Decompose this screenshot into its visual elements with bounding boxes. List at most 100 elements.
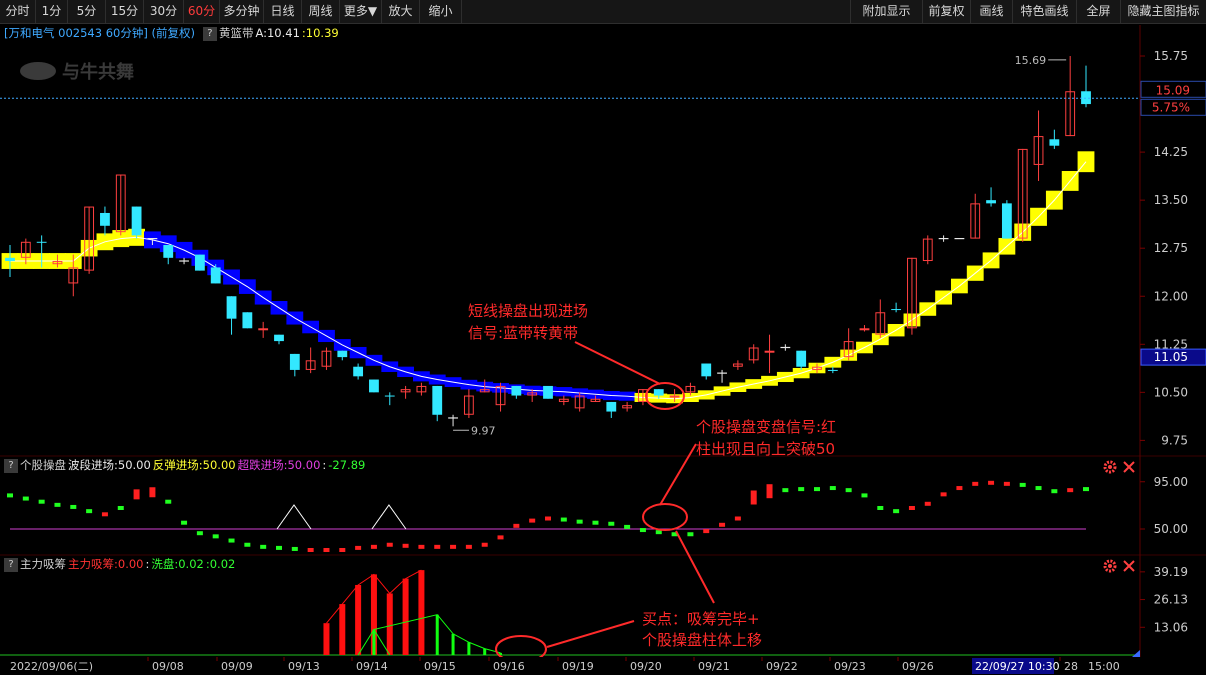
candle-body bbox=[100, 212, 110, 226]
indicator-mark bbox=[639, 528, 646, 533]
indicator-mark bbox=[276, 545, 282, 550]
indicator-mark bbox=[117, 506, 124, 510]
annotation-arrow bbox=[659, 443, 697, 506]
candle-body bbox=[337, 350, 348, 358]
resize-corner-icon[interactable] bbox=[1132, 650, 1140, 657]
indicator-tick-label: 39.19 bbox=[1154, 565, 1188, 579]
accumulate-bar bbox=[386, 593, 393, 655]
indicator-tick-label: 13.06 bbox=[1154, 620, 1188, 634]
price-tick-label: 13.50 bbox=[1154, 193, 1188, 207]
candle-body bbox=[606, 401, 617, 412]
indicator-mark bbox=[592, 520, 599, 525]
annotation-arrow bbox=[546, 620, 635, 648]
price-tick-label: 9.75 bbox=[1161, 433, 1188, 447]
time-cursor-label: 22/09/27 10:30 bbox=[975, 660, 1060, 673]
annotation-arrow bbox=[675, 530, 715, 604]
current-price-label: 15.09 bbox=[1156, 83, 1190, 97]
annotation-text: 短线操盘出现进场 bbox=[468, 302, 588, 320]
indicator-mark bbox=[560, 517, 567, 522]
accumulate-bar bbox=[339, 604, 346, 655]
indicator-mark bbox=[70, 504, 77, 509]
candle-body bbox=[986, 200, 996, 204]
close-icon[interactable] bbox=[1123, 461, 1135, 473]
indicator-mark bbox=[908, 506, 915, 510]
bull-logo-icon bbox=[20, 62, 56, 80]
time-label: 28 bbox=[1064, 660, 1078, 673]
indicator-mark bbox=[972, 481, 979, 486]
indicator-mark bbox=[434, 544, 441, 549]
close-icon[interactable] bbox=[1123, 560, 1135, 572]
indicator-mark bbox=[260, 544, 267, 549]
signal-triangle bbox=[371, 504, 407, 530]
indicator-tick-label: 26.13 bbox=[1154, 593, 1188, 607]
wash-bar bbox=[483, 648, 487, 655]
time-label: 09/22 bbox=[766, 660, 798, 673]
accumulate-bar bbox=[418, 570, 425, 655]
candle-body bbox=[258, 328, 269, 331]
indicator-mark bbox=[370, 544, 377, 549]
candle-body bbox=[194, 254, 205, 271]
indicator-mark bbox=[418, 544, 425, 549]
annotation-circle bbox=[642, 503, 688, 531]
wash-bar bbox=[467, 642, 471, 655]
candle-body bbox=[226, 296, 237, 319]
indicator-mark bbox=[576, 519, 583, 524]
price-tick-label: 12.00 bbox=[1154, 289, 1188, 303]
candle-body bbox=[827, 369, 838, 371]
wash-bar bbox=[435, 614, 439, 655]
high-price-label: 15.69 bbox=[1015, 54, 1047, 67]
indicator-mark bbox=[497, 535, 504, 540]
indicator-mark bbox=[1051, 489, 1058, 494]
time-label: 09/16 bbox=[493, 660, 525, 673]
candle-body bbox=[163, 245, 174, 258]
chart-canvas[interactable]: 与牛共舞15.7515.0014.2513.5012.7512.0011.251… bbox=[0, 0, 1206, 675]
indicator-mark bbox=[513, 523, 520, 528]
candle-body bbox=[701, 363, 712, 377]
wash-bar bbox=[372, 629, 376, 655]
time-label: 2022/09/06(二) bbox=[10, 660, 93, 673]
candle-body bbox=[1049, 139, 1060, 146]
indicator-mark bbox=[940, 492, 947, 497]
indicator-mark bbox=[750, 490, 757, 505]
indicator-mark bbox=[687, 532, 694, 537]
accumulate-bar bbox=[402, 578, 409, 655]
indicator-mark bbox=[307, 548, 314, 552]
indicator-mark bbox=[624, 524, 631, 529]
indicator-mark bbox=[1035, 486, 1042, 491]
wash-bar bbox=[451, 633, 455, 655]
low-price-label: 9.97 bbox=[471, 424, 496, 437]
time-label: 09/26 bbox=[902, 660, 934, 673]
candle-body bbox=[796, 350, 807, 367]
indicator-mark bbox=[38, 499, 45, 504]
price-tick-label: 14.25 bbox=[1154, 145, 1188, 159]
gear-icon-center bbox=[1108, 564, 1112, 568]
indicator-mark bbox=[465, 544, 472, 549]
indicator-mark bbox=[529, 518, 536, 523]
accumulate-bar bbox=[355, 584, 362, 655]
candle-body bbox=[859, 328, 870, 331]
candle-body bbox=[384, 395, 395, 397]
indicator-mark bbox=[181, 520, 188, 525]
indicator-mark bbox=[703, 529, 710, 534]
indicator-tick-label: 95.00 bbox=[1154, 475, 1188, 489]
indicator-mark bbox=[956, 486, 963, 491]
indicator-mark bbox=[101, 512, 108, 517]
candle-body bbox=[1001, 203, 1012, 239]
indicator-mark bbox=[133, 489, 140, 500]
indicator-mark bbox=[54, 502, 61, 507]
accumulate-bar bbox=[323, 623, 330, 655]
indicator-tick-label: 50.00 bbox=[1154, 522, 1188, 536]
indicator-mark bbox=[1083, 487, 1089, 492]
annotation-text: 个股操盘柱体上移 bbox=[642, 631, 762, 649]
annotation-text: 买点：吸筹完毕+ bbox=[642, 610, 760, 628]
time-label: 09/13 bbox=[288, 660, 320, 673]
candle-body bbox=[5, 257, 15, 262]
indicator-mark bbox=[339, 548, 346, 552]
indicator-mark bbox=[355, 545, 362, 550]
indicator-mark bbox=[845, 488, 852, 493]
indicator-mark bbox=[814, 487, 820, 492]
indicator-mark bbox=[988, 480, 995, 485]
indicator-mark bbox=[86, 509, 93, 514]
candle-body bbox=[36, 241, 47, 243]
indicator-mark bbox=[1003, 481, 1010, 486]
